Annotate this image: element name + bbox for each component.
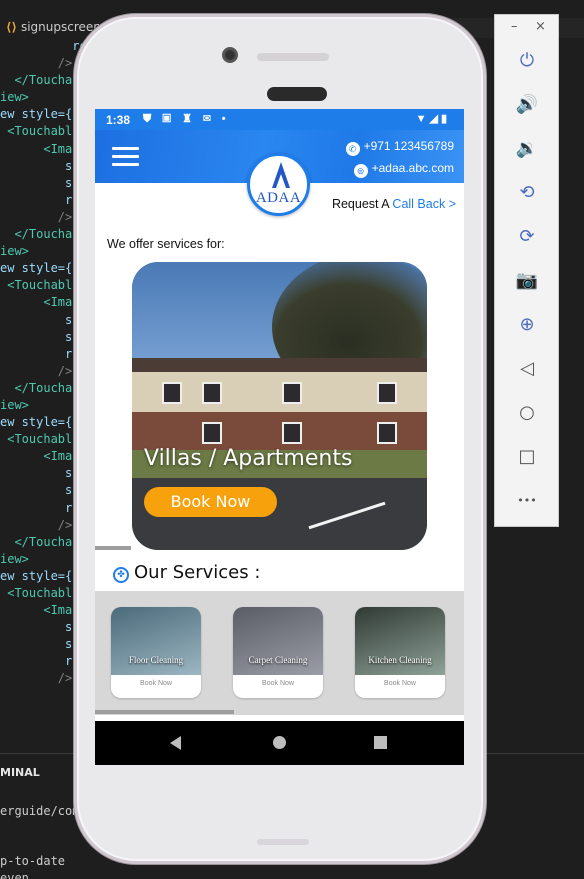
phone-icon: ✆ <box>345 142 360 156</box>
file-icon: ⟨⟩ <box>6 20 17 34</box>
services-heading: ✤ Our Services : <box>113 562 260 583</box>
terminal-line: even <box>0 871 29 879</box>
website-url: +adaa.abc.com <box>371 161 454 175</box>
app-screen: 1:38 ⛊ ▣ ♜ ✉ • ▼◢▮ ✆ +971 123456789 ⊜ +ada… <box>95 109 464 765</box>
callback-prefix: Request A <box>331 197 389 211</box>
volume-up-icon[interactable]: 🔊 <box>512 90 542 120</box>
rotate-left-icon[interactable]: ⟲ <box>512 178 542 208</box>
hero-card-villas[interactable]: Villas / Apartments Book Now <box>132 262 427 550</box>
terminal-line: p-to-date <box>0 854 66 868</box>
adaa-logo: ADAA <box>247 153 310 216</box>
home-icon[interactable]: ○ <box>512 398 542 428</box>
handshake-icon: ✤ <box>113 567 129 583</box>
service-card-carpet[interactable]: Carpet Cleaning Book Now <box>233 607 323 698</box>
minimize-icon[interactable]: – <box>511 19 518 34</box>
menu-icon[interactable] <box>112 147 139 167</box>
emulator-toolbar: – × ⏻ 🔊 🔉 ⟲ ⟳ 📷 ⊕ ◁ ○ □ ••• <box>494 14 559 527</box>
status-bar: 1:38 ⛊ ▣ ♜ ✉ • ▼◢▮ <box>95 109 464 130</box>
rotate-right-icon[interactable]: ⟳ <box>512 222 542 252</box>
services-title: Our Services : <box>134 562 261 583</box>
service-book-button[interactable]: Book Now <box>233 680 323 687</box>
nav-home-icon[interactable] <box>273 736 286 749</box>
terminal-header[interactable]: MINAL <box>0 766 40 779</box>
service-book-button[interactable]: Book Now <box>111 680 201 687</box>
service-card-floor[interactable]: Floor Cleaning Book Now <box>111 607 201 698</box>
nav-recents-icon[interactable] <box>374 736 387 749</box>
logo-text: ADAA <box>255 190 302 206</box>
phone-number: +971 123456789 <box>363 139 454 153</box>
close-icon[interactable]: × <box>535 19 546 34</box>
hero-scrollbar[interactable] <box>95 546 131 550</box>
status-time: 1:38 <box>106 113 131 127</box>
camera-icon[interactable]: 📷 <box>512 266 542 296</box>
services-carousel[interactable]: Floor Cleaning Book Now Carpet Cleaning … <box>95 591 464 715</box>
book-now-button[interactable]: Book Now <box>144 487 277 517</box>
service-card-kitchen[interactable]: Kitchen Cleaning Book Now <box>355 607 445 698</box>
phone-chin-speaker <box>257 839 309 845</box>
android-nav-bar <box>95 721 464 765</box>
phone-speaker <box>267 87 327 101</box>
phone-earpiece <box>257 53 329 61</box>
request-callback[interactable]: Request A Call Back > <box>332 197 456 211</box>
notification-icons: ⛊ ▣ ♜ ✉ • <box>143 113 230 125</box>
globe-icon: ⊜ <box>353 164 368 178</box>
overview-icon[interactable]: □ <box>512 442 542 472</box>
power-icon[interactable]: ⏻ <box>512 46 542 76</box>
zoom-icon[interactable]: ⊕ <box>512 310 542 340</box>
website-contact[interactable]: ⊜ +adaa.abc.com <box>353 161 454 178</box>
signal-battery-icons: ▼◢▮ <box>415 113 450 125</box>
service-label: Floor Cleaning <box>128 655 184 665</box>
back-icon[interactable]: ◁ <box>512 354 542 384</box>
service-book-button[interactable]: Book Now <box>355 680 445 687</box>
hero-title: Villas / Apartments <box>144 446 353 471</box>
callback-link[interactable]: Call Back > <box>392 197 456 211</box>
editor-tab-label: signupscreen <box>20 20 101 34</box>
nav-back-icon[interactable] <box>170 736 181 750</box>
volume-down-icon[interactable]: 🔉 <box>512 134 542 164</box>
phone-contact[interactable]: ✆ +971 123456789 <box>345 139 454 156</box>
service-label: Kitchen Cleaning <box>368 655 432 665</box>
camera-lens-icon <box>222 47 238 63</box>
services-scrollbar[interactable] <box>95 710 234 714</box>
more-icon[interactable]: ••• <box>512 486 542 516</box>
offer-heading: We offer services for: <box>107 237 225 251</box>
service-label: Carpet Cleaning <box>248 655 308 665</box>
